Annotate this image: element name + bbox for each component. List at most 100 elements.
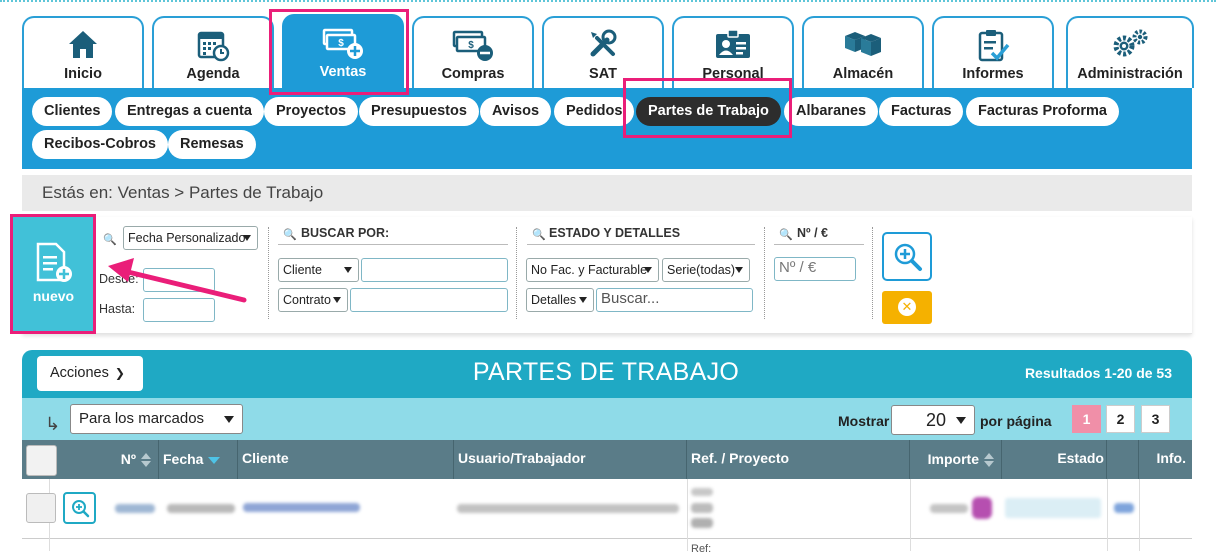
calendar-clock-icon [197,31,230,62]
redacted-ref-1 [691,488,713,496]
detalles-search-input[interactable]: Buscar... [596,288,753,312]
select-all-checkbox[interactable] [26,445,57,476]
subnav-clientes[interactable]: Clientes [32,97,113,126]
redacted-ref-3 [691,518,713,528]
tab-inicio[interactable]: Inicio [22,16,144,88]
nuevo-label: nuevo [32,288,75,304]
buscar-contrato-input[interactable] [350,288,508,312]
sort-desc-icon [208,457,221,465]
subnav-albaranes[interactable]: Albaranes [784,97,879,126]
filter-divider [516,227,517,319]
clipboard-check-icon [978,30,1010,62]
table-row[interactable] [22,539,1192,551]
svg-text:$: $ [468,40,474,51]
col-cliente[interactable]: Cliente [238,440,454,479]
buscar-field-select[interactable]: Cliente [278,258,359,282]
bulk-action-select[interactable]: Para los marcados [70,404,243,434]
row-checkbox[interactable] [26,493,56,523]
subnav-partes-de-trabajo[interactable]: Partes de Trabajo [636,97,781,126]
sort-icon [984,453,994,468]
redacted-fecha [167,504,235,513]
page-3-button[interactable]: 3 [1141,405,1170,433]
row-view-button[interactable] [63,492,96,524]
acciones-dropdown[interactable]: Acciones ❯ [37,356,143,391]
new-document-icon [36,242,72,282]
subnav-facturas[interactable]: Facturas [879,97,964,126]
column-divider [687,479,688,551]
tab-informes[interactable]: Informes [932,16,1054,88]
tools-icon [590,29,617,57]
tab-almacen[interactable]: Almacén [802,16,924,88]
col-label: Importe [927,451,979,467]
per-page-select[interactable]: 20 [891,405,975,435]
desde-label: Desde: [99,272,139,286]
column-divider [1107,479,1108,551]
numero-input[interactable]: Nº / € [774,257,856,281]
subnav-presupuestos[interactable]: Presupuestos [359,97,479,126]
desde-input[interactable] [143,268,215,292]
tab-compras[interactable]: $ Compras [412,16,534,88]
tab-label: Compras [441,66,505,82]
close-icon: ✕ [898,298,916,316]
col-estado[interactable]: Estado [1002,440,1107,479]
filter-divider [268,227,269,319]
estado-heading: ESTADO Y DETALLES [527,226,755,245]
chevron-down-icon: ❯ [114,366,125,380]
subnav-recibos-cobros[interactable]: Recibos-Cobros [32,130,168,159]
col-numero[interactable]: Nº [57,440,159,479]
tab-label: Agenda [186,66,240,82]
sort-icon [141,453,151,468]
redacted-cliente[interactable] [243,503,360,512]
buscar-cliente-input[interactable] [361,258,508,282]
tab-sat[interactable]: SAT [542,16,664,88]
page-2-button[interactable]: 2 [1106,405,1135,433]
serie-select[interactable]: Serie(todas) [662,258,750,282]
subnav-remesas[interactable]: Remesas [168,130,256,159]
column-divider [1139,479,1140,551]
ref-label: Ref: [691,543,712,555]
gears-icon [1113,29,1148,57]
date-range-select[interactable]: Fecha Personalizado [123,226,258,250]
acciones-label: Acciones [50,365,109,381]
search-button[interactable] [882,232,932,281]
tab-agenda[interactable]: Agenda [152,16,274,88]
redacted-link[interactable] [1114,503,1134,513]
breadcrumb: Estás en: Ventas > Partes de Trabajo [22,175,1192,211]
subnav-proyectos[interactable]: Proyectos [264,97,359,126]
col-importe[interactable]: Importe [910,440,1002,479]
results-title: PARTES DE TRABAJO [472,358,740,386]
boxes-icon [845,32,881,56]
subnav-pedidos[interactable]: Pedidos [554,97,635,126]
por-pagina-label: por página [980,413,1052,429]
tab-ventas[interactable]: $ Ventas [282,14,404,88]
hasta-label: Hasta: [99,302,136,316]
col-info: Info. [1156,450,1186,466]
clear-filters-button[interactable]: ✕ [882,291,932,324]
tab-label: Informes [962,66,1024,82]
subnav-facturas-proforma[interactable]: Facturas Proforma [966,97,1119,126]
redacted-estado [1005,498,1101,518]
search-icon: 🔍 [103,234,117,246]
filter-divider [764,227,765,319]
zoom-in-icon [72,500,90,518]
buscar-field-select-2[interactable]: Contrato [278,288,348,312]
tab-label: SAT [589,66,617,82]
col-fecha[interactable]: Fecha [159,440,238,479]
nuevo-button[interactable]: nuevo [12,216,95,333]
estado-select[interactable]: No Fac. y Facturable [526,258,659,282]
money-minus-icon: $ [452,30,493,61]
redacted-numero [115,504,155,513]
main-nav: Inicio Agenda $ Ventas $ Compras SAT Per… [22,14,1194,88]
subnav-entregas-a-cuenta[interactable]: Entregas a cuenta [115,97,264,126]
tab-label: Ventas [319,64,367,80]
tab-administracion[interactable]: Administración [1066,16,1194,88]
detalles-select[interactable]: Detalles [526,288,594,312]
hasta-input[interactable] [143,298,215,322]
redacted-ref-2 [691,503,713,513]
col-usuario-trabajador[interactable]: Usuario/Trabajador [454,440,687,479]
page-1-button[interactable]: 1 [1072,405,1101,433]
redacted-usuario [457,504,679,513]
col-ref-proyecto[interactable]: Ref. / Proyecto [687,440,910,479]
tab-personal[interactable]: Personal [672,16,794,88]
subnav-avisos[interactable]: Avisos [480,97,552,126]
